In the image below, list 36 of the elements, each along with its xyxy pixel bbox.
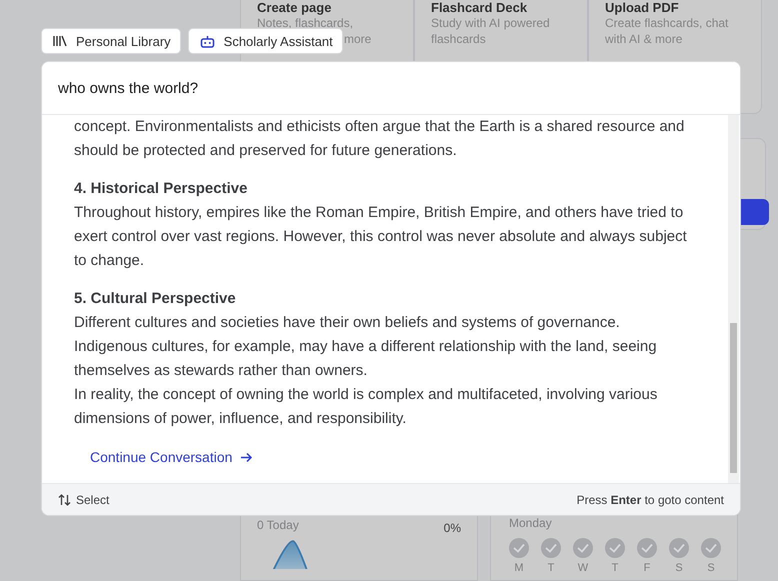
continue-link[interactable]: Continue Conversation: [90, 445, 254, 469]
percent-label: 0%: [444, 521, 461, 535]
card-subtitle: flashcards: [431, 31, 486, 47]
section-heading: 4. Historical Perspective: [74, 179, 248, 199]
select-hint: Select: [76, 492, 110, 506]
scrollbar[interactable]: [728, 115, 739, 483]
weekday-label: T: [612, 562, 618, 574]
weekday-label: S: [707, 562, 715, 574]
weekday-label: W: [578, 562, 588, 574]
answer-paragraph: In reality, the concept of owning the world is complex and multifaceted, involving various dimensions of power, influence, and responsibility.: [74, 385, 658, 429]
weekday-label: M: [514, 562, 524, 574]
day-label: Monday: [509, 516, 553, 530]
card-subtitle: Notes, flashcards,: [257, 15, 354, 31]
books-icon: [53, 35, 67, 47]
tab-chip[interactable]: Scholarly Assistant: [188, 28, 343, 54]
enter-hint: Press Enter to goto content: [576, 492, 724, 506]
up-down-arrows-icon: [58, 494, 71, 506]
weekday-label: T: [548, 562, 554, 574]
card-subtitle: Create flashcards, chat: [605, 15, 728, 31]
search-field[interactable]: who owns the world?: [42, 62, 740, 115]
card-subtitle: with AI & more: [605, 31, 682, 47]
weekday-label: S: [675, 562, 683, 574]
answer-paragraph: concept. Environmentalists and ethicists often argue that the Earth is a shared resource and should be protected and preserved for future generations.: [74, 117, 686, 161]
weekday-label: F: [644, 562, 650, 574]
today-count: 0 Today: [257, 518, 299, 534]
card-title: Create page: [257, 0, 332, 15]
arrow-right-icon: [240, 452, 254, 462]
tab-chip[interactable]: Personal Library: [41, 28, 181, 54]
card-subtitle: more: [344, 31, 372, 47]
answer-paragraph: Throughout history, empires like the Roman Empire, British Empire, and others have tried to exert control over vast regions. However, this control was never absolute and always subject to change.: [74, 203, 688, 271]
section-heading: 5. Cultural Perspective: [74, 289, 237, 309]
card-subtitle: Study with AI powered: [431, 15, 550, 31]
card-title: Flashcard Deck: [431, 0, 528, 15]
robot-icon: [200, 34, 215, 48]
card-title: Upload PDF: [605, 0, 680, 15]
answer-paragraph: Different cultures and societies have their own beliefs and systems of governance. Indigenous cultures, for example, may have a different relationship with the land, seeing themselves as stewards rather than owners.: [74, 313, 658, 381]
